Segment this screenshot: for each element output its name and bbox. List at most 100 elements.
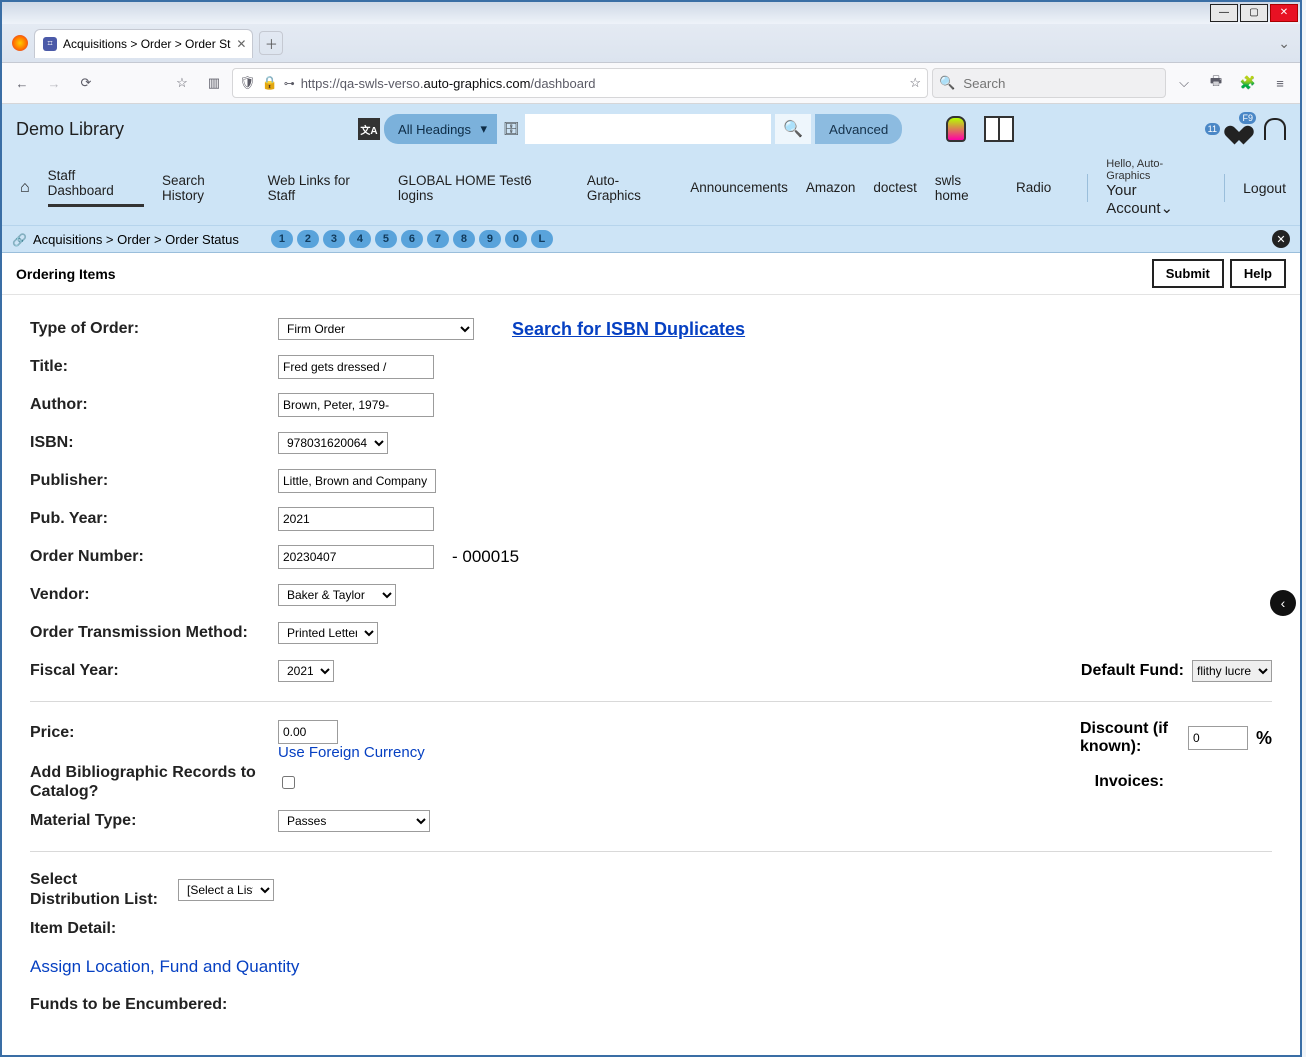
label-author: Author:	[30, 396, 260, 414]
tabs-dropdown-icon[interactable]: ⌄	[1278, 35, 1290, 52]
nav-announcements[interactable]: Announcements	[690, 180, 788, 195]
step-pill[interactable]: 2	[297, 230, 319, 248]
nav-auto-graphics[interactable]: Auto-Graphics	[587, 173, 672, 203]
bookmark-star-icon[interactable]: ☆	[168, 69, 196, 97]
window-minimize-button[interactable]: —	[1210, 4, 1238, 22]
label-default-fund: Default Fund:	[1081, 662, 1184, 680]
label-type-of-order: Type of Order:	[30, 320, 260, 338]
database-icon[interactable]: 🗄	[501, 115, 521, 143]
step-pill[interactable]: L	[531, 230, 553, 248]
close-panel-icon[interactable]: ✕	[1272, 230, 1290, 248]
window-close-button[interactable]: ✕	[1270, 4, 1298, 22]
library-icon[interactable]: ▥	[200, 69, 228, 97]
catalog-search-button[interactable]: 🔍	[775, 114, 811, 144]
step-pill[interactable]: 0	[505, 230, 527, 248]
idea-icon[interactable]	[946, 116, 966, 142]
default-fund-select[interactable]: flithy lucre	[1192, 660, 1272, 682]
browser-tab-active[interactable]: ⌗ Acquisitions > Order > Order St ✕	[34, 29, 253, 58]
browser-toolbar: ← → ⟳ ☆ ▥ 🛡 🔒 ⊶ https://qa-swls-verso.au…	[2, 63, 1300, 104]
collapse-panel-button[interactable]: ‹	[1270, 590, 1296, 616]
advanced-search-button[interactable]: Advanced	[815, 114, 902, 144]
type-of-order-select[interactable]: Firm Order	[278, 318, 474, 340]
add-bib-checkbox[interactable]	[282, 776, 295, 789]
step-pill[interactable]: 9	[479, 230, 501, 248]
nav-radio[interactable]: Radio	[1016, 180, 1051, 195]
breadcrumb[interactable]: Acquisitions > Order > Order Status	[33, 232, 239, 247]
bookmark-page-icon[interactable]: ☆	[909, 75, 921, 91]
discount-input[interactable]	[1188, 726, 1248, 750]
logout-link[interactable]: Logout	[1243, 180, 1286, 196]
search-category-label: All Headings	[398, 122, 471, 137]
submit-button[interactable]: Submit	[1152, 259, 1224, 288]
label-item-detail: Item Detail:	[30, 920, 116, 938]
back-button[interactable]: ←	[8, 69, 36, 97]
chain-icon	[12, 232, 27, 247]
account-name: Your Account⌄	[1106, 182, 1206, 217]
label-publisher: Publisher:	[30, 472, 260, 490]
order-number-input[interactable]	[278, 545, 434, 569]
browser-search-box[interactable]: 🔍	[932, 68, 1166, 98]
step-pill[interactable]: 7	[427, 230, 449, 248]
transmission-select[interactable]: Printed Letter	[278, 622, 378, 644]
price-input[interactable]	[278, 720, 338, 744]
assign-location-link[interactable]: Assign Location, Fund and Quantity	[30, 957, 299, 977]
label-discount: Discount (if known):	[1080, 720, 1180, 756]
browse-icon[interactable]	[984, 116, 1014, 142]
nav-search-history[interactable]: Search History	[162, 173, 250, 203]
nav-amazon[interactable]: Amazon	[806, 180, 856, 195]
notifications-icon[interactable]	[1264, 118, 1286, 140]
pocket-icon[interactable]: ⌵	[1170, 69, 1198, 97]
forward-button[interactable]: →	[40, 69, 68, 97]
step-pill[interactable]: 3	[323, 230, 345, 248]
step-pill[interactable]: 5	[375, 230, 397, 248]
search-category-select[interactable]: All Headings	[384, 114, 497, 144]
new-tab-button[interactable]: ＋	[259, 31, 283, 55]
label-funds-encumbered: Funds to be Encumbered:	[30, 996, 227, 1014]
language-icon[interactable]: 文A	[358, 118, 380, 140]
label-order-number: Order Number:	[30, 548, 260, 566]
tab-favicon-icon: ⌗	[43, 37, 57, 51]
step-pill[interactable]: 6	[401, 230, 423, 248]
title-input[interactable]	[278, 355, 434, 379]
fiscal-year-select[interactable]: 2021	[278, 660, 334, 682]
tab-close-icon[interactable]: ✕	[236, 37, 246, 51]
dist-list-select[interactable]: [Select a List]	[178, 879, 274, 901]
window-maximize-button[interactable]: ▢	[1240, 4, 1268, 22]
home-icon[interactable]: ⌂	[20, 179, 30, 197]
print-icon[interactable]: 🖶	[1202, 69, 1230, 97]
pub-year-input[interactable]	[278, 507, 434, 531]
account-menu[interactable]: Hello, Auto-Graphics Your Account⌄	[1106, 158, 1206, 217]
label-fiscal-year: Fiscal Year:	[30, 662, 260, 680]
isbn-select[interactable]: 9780316200646	[278, 432, 388, 454]
nav-staff-dashboard[interactable]: Staff Dashboard	[48, 168, 144, 207]
nav-swls-home[interactable]: swls home	[935, 173, 998, 203]
form-scroll-area[interactable]: Type of Order: Firm Order Search for ISB…	[2, 294, 1300, 1055]
favorites-icon-wrap[interactable]: F9	[1228, 118, 1250, 141]
page-title: Ordering Items	[16, 266, 116, 282]
chevron-down-icon: ⌄	[1161, 200, 1174, 217]
step-pill[interactable]: 4	[349, 230, 371, 248]
author-input[interactable]	[278, 393, 434, 417]
firefox-icon	[12, 35, 28, 51]
material-type-select[interactable]: Passes	[278, 810, 430, 832]
publisher-input[interactable]	[278, 469, 436, 493]
search-isbn-duplicates-link[interactable]: Search for ISBN Duplicates	[512, 319, 745, 340]
foreign-currency-link[interactable]: Use Foreign Currency	[278, 744, 425, 761]
step-pill[interactable]: 8	[453, 230, 475, 248]
lists-badge: 11	[1205, 123, 1220, 135]
nav-global-home[interactable]: GLOBAL HOME Test6 logins	[398, 173, 569, 203]
help-button[interactable]: Help	[1230, 259, 1286, 288]
address-bar[interactable]: 🛡 🔒 ⊶ https://qa-swls-verso.auto-graphic…	[232, 68, 928, 98]
nav-web-links[interactable]: Web Links for Staff	[268, 173, 380, 203]
tab-title: Acquisitions > Order > Order St	[63, 37, 230, 51]
reload-button[interactable]: ⟳	[72, 69, 100, 97]
catalog-search-input[interactable]	[525, 114, 771, 144]
step-pill[interactable]: 1	[271, 230, 293, 248]
menu-button[interactable]: ≡	[1266, 69, 1294, 97]
browser-search-input[interactable]	[961, 75, 1159, 92]
nav-doctest[interactable]: doctest	[873, 180, 917, 195]
vendor-select[interactable]: Baker & Taylor	[278, 584, 396, 606]
extensions-icon[interactable]: 🧩	[1234, 69, 1262, 97]
separator	[1087, 174, 1088, 202]
section-divider	[30, 851, 1272, 852]
